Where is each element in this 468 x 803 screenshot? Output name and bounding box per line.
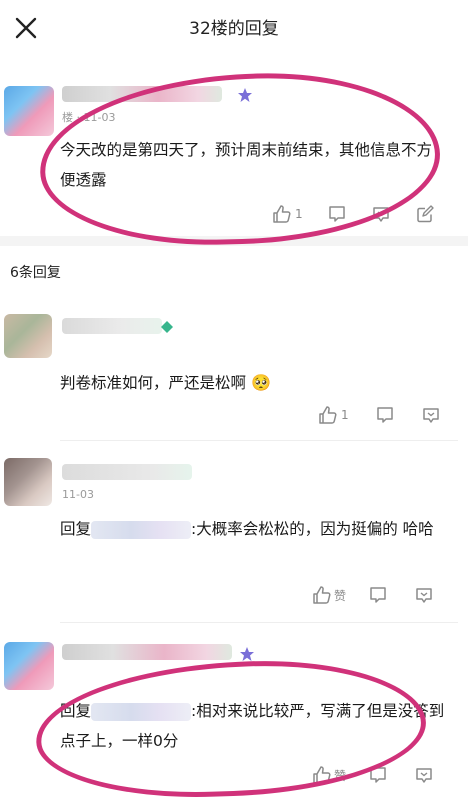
- dropdown-chat-icon: [416, 768, 432, 783]
- avatar[interactable]: [4, 642, 54, 690]
- comment-actions: 1: [272, 203, 435, 225]
- reply-actions: 赞: [312, 584, 434, 606]
- reply-text: 判卷标准如何，严还是松啊 🥺: [60, 368, 450, 398]
- more-button[interactable]: [371, 204, 391, 224]
- more-button[interactable]: [414, 585, 434, 605]
- avatar[interactable]: [4, 86, 54, 136]
- reply-separator: [60, 440, 458, 441]
- comment-bubble-icon: [370, 587, 386, 603]
- reply-text: 回复 :大概率会松松的，因为挺偏的 哈哈: [60, 514, 450, 544]
- thumbs-up-icon: [313, 766, 331, 784]
- section-divider: [0, 236, 468, 246]
- thumbs-up-icon: [319, 406, 337, 424]
- reply-text-content: :大概率会松松的，因为挺偏的 哈哈: [191, 520, 434, 538]
- thumbs-up-icon: [313, 586, 331, 604]
- like-button[interactable]: 赞: [312, 765, 346, 785]
- reply-item: 11-03 回复 :大概率会松松的，因为挺偏的 哈哈 赞: [0, 444, 468, 614]
- reply-button[interactable]: [375, 405, 395, 425]
- level-badge-icon: [160, 319, 174, 333]
- reply-separator: [60, 622, 458, 623]
- like-count: 1: [341, 408, 349, 422]
- username-blurred[interactable]: [62, 318, 162, 334]
- reply-text-content: 判卷标准如何，严还是松啊: [60, 374, 247, 392]
- avatar[interactable]: [4, 458, 52, 506]
- like-label: 赞: [334, 588, 347, 603]
- like-count: 1: [295, 207, 303, 221]
- reply-item: 判卷标准如何，严还是松啊 🥺 1: [0, 296, 468, 436]
- username-blurred[interactable]: [62, 464, 192, 480]
- level-badge-icon: [240, 646, 254, 661]
- username-blurred[interactable]: [62, 86, 222, 102]
- mention-username-blurred[interactable]: [91, 520, 192, 539]
- edit-button[interactable]: [415, 204, 435, 224]
- reply-button[interactable]: [368, 585, 388, 605]
- reply-prefix: 回复: [60, 702, 92, 720]
- page-title: 32楼的回复: [189, 19, 279, 39]
- main-comment: 楼 · 11-03 今天改的是第四天了，预计周末前结束，其他信息不方便透露 1: [0, 56, 468, 236]
- avatar[interactable]: [4, 314, 52, 358]
- reply-button[interactable]: [368, 765, 388, 785]
- level-badge-icon: [238, 87, 252, 102]
- reply-meta: 11-03: [62, 488, 94, 501]
- reply-actions: 1: [318, 404, 441, 426]
- dropdown-chat-icon: [422, 408, 439, 423]
- like-button[interactable]: 赞: [312, 585, 346, 605]
- reply-item: 回复:相对来说比较严，写满了但是没答到点子上，一样0分 赞: [0, 626, 468, 792]
- like-button[interactable]: 1: [272, 204, 303, 224]
- comment-bubble-icon: [370, 767, 386, 783]
- emoji-icon: 🥺: [250, 373, 271, 392]
- like-button[interactable]: 1: [318, 405, 349, 425]
- edit-icon: [416, 205, 434, 223]
- mention-username-blurred[interactable]: [91, 702, 192, 721]
- dropdown-chat-icon: [416, 588, 432, 603]
- reply-prefix: 回复: [60, 520, 92, 538]
- thumbs-up-icon: [273, 205, 291, 223]
- like-label: 赞: [334, 768, 347, 783]
- more-button[interactable]: [414, 765, 434, 785]
- comment-bubble-icon: [328, 206, 345, 222]
- comment-text: 今天改的是第四天了，预计周末前结束，其他信息不方便透露: [60, 141, 433, 189]
- comment-meta: 楼 · 11-03: [62, 111, 116, 124]
- replies-count-title: 6条回复: [10, 265, 61, 281]
- reply-text: 回复:相对来说比较严，写满了但是没答到点子上，一样0分: [60, 696, 450, 756]
- dropdown-chat-icon: [372, 207, 389, 222]
- header-bar: 32楼的回复: [0, 0, 468, 56]
- more-button[interactable]: [421, 405, 441, 425]
- reply-button[interactable]: [327, 204, 347, 224]
- reply-actions: 赞: [312, 764, 434, 786]
- comment-bubble-icon: [376, 407, 393, 423]
- username-blurred[interactable]: [62, 644, 232, 660]
